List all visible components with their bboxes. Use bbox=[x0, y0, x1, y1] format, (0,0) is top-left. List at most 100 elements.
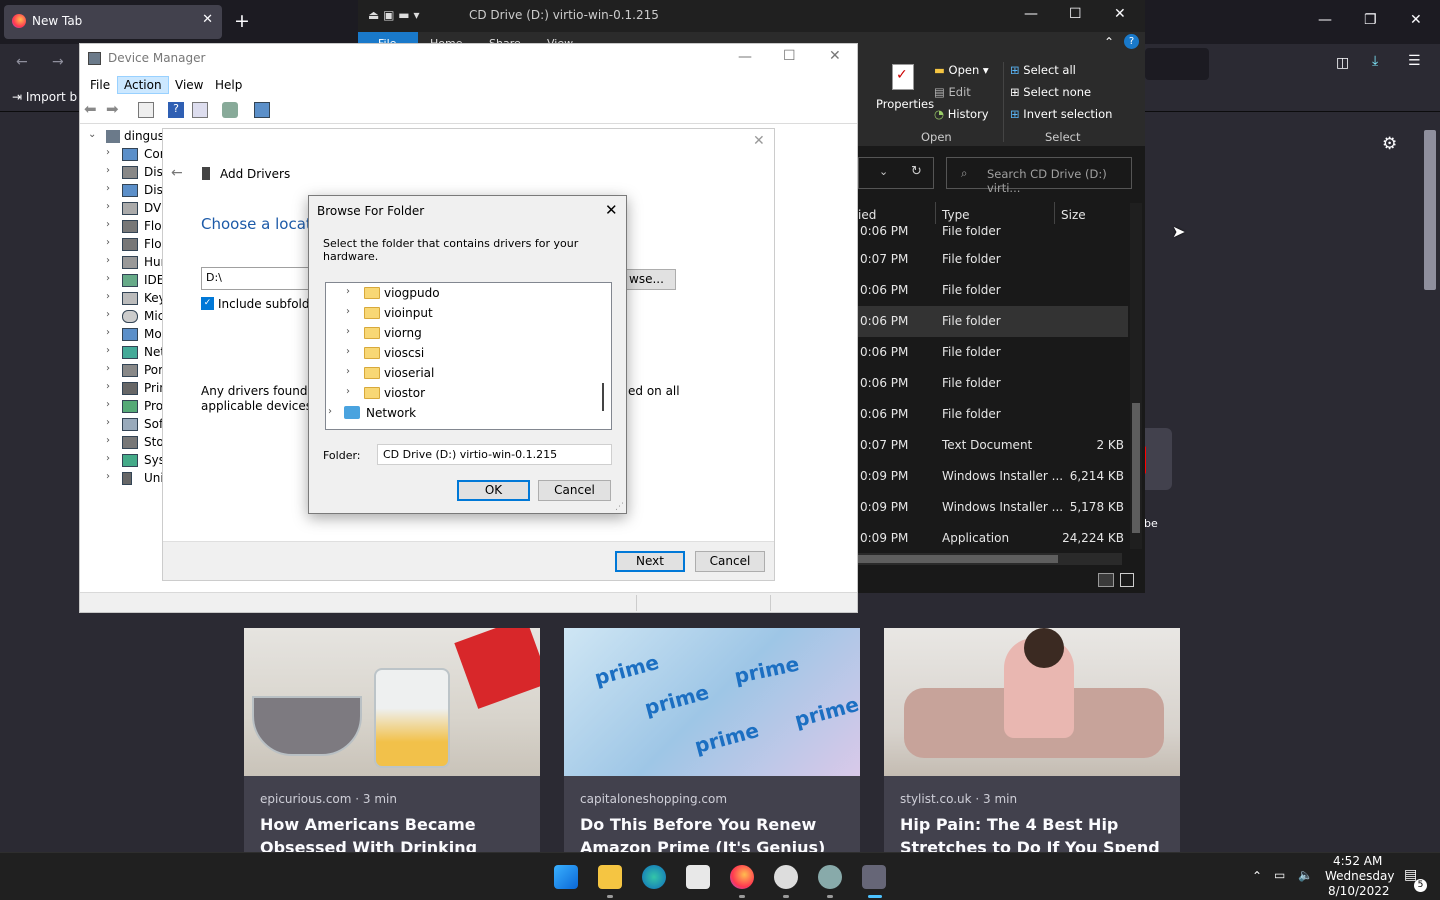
browse-button[interactable]: wse... bbox=[624, 269, 676, 290]
help-icon[interactable]: ? bbox=[1124, 34, 1139, 49]
forward-icon[interactable]: → bbox=[52, 54, 64, 70]
tree-scrollbar-thumb[interactable] bbox=[602, 383, 604, 411]
scrollbar-thumb[interactable] bbox=[858, 555, 1058, 563]
folder-item[interactable]: › vioinput bbox=[326, 303, 596, 323]
file-row-selected[interactable]: 0:06 PM File folder bbox=[858, 306, 1128, 337]
story-card[interactable]: prime prime prime prime prime capitalone… bbox=[564, 628, 860, 852]
expand-icon[interactable]: › bbox=[106, 327, 110, 338]
close-window-icon[interactable]: ✕ bbox=[1410, 12, 1422, 28]
maximize-icon[interactable]: ☐ bbox=[1069, 6, 1082, 22]
volume-muted-icon[interactable]: 🔈 bbox=[1298, 868, 1313, 882]
path-input[interactable]: D:\ bbox=[201, 267, 311, 290]
expand-icon[interactable]: › bbox=[106, 237, 110, 248]
file-row[interactable]: 0:06 PM File folder bbox=[858, 275, 1128, 306]
properties-icon[interactable] bbox=[192, 102, 208, 118]
file-row[interactable]: 0:06 PM File folder bbox=[858, 337, 1128, 368]
file-row[interactable]: 0:07 PM Text Document 2 KB bbox=[858, 430, 1128, 461]
edit-button[interactable]: ▤ Edit bbox=[934, 85, 971, 99]
resize-grip-icon[interactable]: ⋰ bbox=[615, 502, 624, 512]
scrollbar-thumb[interactable] bbox=[1424, 130, 1436, 290]
network-tray-icon[interactable]: ▭ bbox=[1274, 868, 1285, 882]
close-dialog-icon[interactable]: ✕ bbox=[753, 133, 765, 149]
refresh-icon[interactable]: ↻ bbox=[911, 164, 922, 179]
scan-hardware-icon[interactable] bbox=[254, 102, 270, 118]
start-icon[interactable] bbox=[554, 865, 578, 889]
import-bookmarks-button[interactable]: ⇥ Import b bbox=[12, 90, 77, 104]
scrollbar-thumb[interactable] bbox=[1132, 403, 1140, 533]
expand-icon[interactable]: › bbox=[106, 183, 110, 194]
include-subfolders-checkbox[interactable]: ✓ bbox=[201, 297, 214, 310]
file-explorer-icon[interactable] bbox=[598, 865, 622, 889]
tab-close-icon[interactable]: ✕ bbox=[202, 12, 213, 27]
file-row[interactable]: 0:09 PM Application 24,224 KB bbox=[858, 523, 1128, 554]
collapse-ribbon-icon[interactable]: ⌃ bbox=[1104, 35, 1114, 49]
expand-icon[interactable]: › bbox=[106, 201, 110, 212]
expand-icon[interactable]: › bbox=[106, 273, 110, 284]
column-divider[interactable] bbox=[1054, 202, 1055, 224]
story-card[interactable]: stylist.co.uk · 3 min Hip Pain: The 4 Be… bbox=[884, 628, 1180, 852]
folder-item[interactable]: › vioscsi bbox=[326, 343, 596, 363]
address-bar[interactable]: ⌄ ↻ bbox=[858, 157, 934, 189]
file-list-scrollbar[interactable] bbox=[1130, 203, 1142, 549]
properties-button[interactable]: Properties bbox=[876, 97, 934, 111]
open-button[interactable]: ▬ Open ▾ bbox=[934, 63, 989, 77]
new-tab-button[interactable]: + bbox=[234, 10, 250, 32]
expand-icon[interactable]: › bbox=[106, 147, 110, 158]
file-row[interactable]: 0:09 PM Windows Installer ... 6,214 KB bbox=[858, 461, 1128, 492]
close-window-icon[interactable]: ✕ bbox=[829, 48, 841, 64]
url-bar[interactable] bbox=[1145, 48, 1209, 80]
select-all-button[interactable]: ⊞ Select all bbox=[1010, 63, 1076, 77]
expand-icon[interactable]: › bbox=[106, 255, 110, 266]
file-row[interactable]: 0:06 PM File folder bbox=[858, 226, 1128, 237]
menu-action[interactable]: Action bbox=[117, 76, 169, 94]
story-title[interactable]: How Americans Became Obsessed With Drink… bbox=[260, 813, 530, 852]
browse-for-folder-dialog[interactable]: Browse For Folder ✕ Select the folder th… bbox=[308, 195, 627, 514]
back-icon[interactable]: ← bbox=[16, 54, 28, 70]
expand-icon[interactable]: › bbox=[106, 165, 110, 176]
column-size[interactable]: Size bbox=[1061, 208, 1086, 222]
network-item[interactable]: › Network bbox=[326, 403, 596, 423]
collapse-icon[interactable]: ⌄ bbox=[88, 129, 96, 140]
downloads-icon[interactable]: ⤓ bbox=[1372, 53, 1378, 69]
large-icons-view-icon[interactable] bbox=[1120, 573, 1134, 587]
pocket-icon[interactable]: ◫ bbox=[1336, 55, 1349, 71]
help-icon[interactable]: ? bbox=[168, 102, 184, 118]
expand-icon[interactable]: › bbox=[106, 219, 110, 230]
quick-access-icon[interactable]: ⏏ ▣ ▬ ▾ bbox=[368, 8, 419, 22]
update-driver-icon[interactable] bbox=[222, 102, 238, 118]
paint-icon[interactable] bbox=[774, 865, 798, 889]
file-row[interactable]: 0:06 PM File folder bbox=[858, 368, 1128, 399]
expand-icon[interactable]: › bbox=[346, 286, 350, 297]
tray-overflow-icon[interactable]: ⌃ bbox=[1252, 869, 1262, 883]
folder-item[interactable]: › viogpudo bbox=[326, 283, 596, 303]
folder-tree[interactable]: › viogpudo › vioinput › viorng › vioscsi › vi… bbox=[325, 282, 612, 430]
search-box[interactable]: ⌕ Search CD Drive (D:) virti... bbox=[946, 157, 1132, 195]
expand-icon[interactable]: › bbox=[328, 406, 332, 417]
select-none-button[interactable]: ⊞ Select none bbox=[1010, 85, 1091, 99]
story-card[interactable]: epicurious.com · 3 min How Americans Bec… bbox=[244, 628, 540, 852]
expand-icon[interactable]: › bbox=[106, 363, 110, 374]
folder-item[interactable]: › vioserial bbox=[326, 363, 596, 383]
back-arrow-icon[interactable]: ← bbox=[171, 165, 183, 181]
folder-field[interactable]: CD Drive (D:) virtio-win-0.1.215 bbox=[377, 444, 612, 465]
menu-file[interactable]: File bbox=[84, 77, 116, 93]
column-modified[interactable]: ied bbox=[858, 208, 876, 222]
expand-icon[interactable]: › bbox=[106, 453, 110, 464]
expand-icon[interactable]: › bbox=[106, 399, 110, 410]
details-view-icon[interactable] bbox=[1098, 573, 1114, 587]
expand-icon[interactable]: › bbox=[346, 386, 350, 397]
cancel-button[interactable]: Cancel bbox=[695, 551, 765, 572]
expand-icon[interactable]: › bbox=[346, 346, 350, 357]
back-icon[interactable]: ⬅ bbox=[84, 100, 100, 118]
story-title[interactable]: Hip Pain: The 4 Best Hip Stretches to Do… bbox=[900, 813, 1170, 852]
cancel-button[interactable]: Cancel bbox=[538, 480, 611, 501]
file-row[interactable]: 0:06 PM File folder bbox=[858, 399, 1128, 430]
minimize-icon[interactable]: — bbox=[1318, 12, 1332, 28]
expand-icon[interactable]: › bbox=[106, 471, 110, 482]
horizontal-scrollbar[interactable] bbox=[858, 553, 1122, 565]
clock-day[interactable]: Wednesday bbox=[1325, 869, 1394, 883]
column-divider[interactable] bbox=[935, 202, 936, 224]
close-window-icon[interactable]: ✕ bbox=[1114, 6, 1126, 22]
expand-icon[interactable]: › bbox=[106, 381, 110, 392]
column-type[interactable]: Type bbox=[942, 208, 970, 222]
